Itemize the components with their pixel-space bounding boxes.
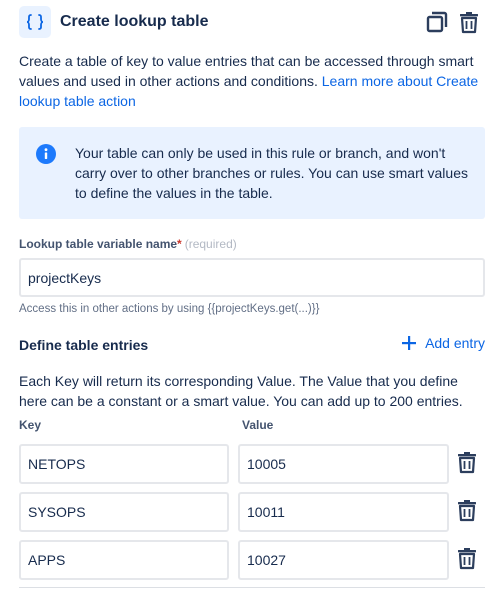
table-row	[19, 492, 485, 532]
info-message: Your table can only be used in this rule…	[75, 145, 468, 201]
entries-description: Each Key will return its corresponding V…	[19, 373, 463, 409]
value-input[interactable]	[238, 444, 449, 484]
required-asterisk: *	[177, 237, 182, 251]
header: Create lookup table	[19, 5, 481, 39]
value-input[interactable]	[238, 540, 449, 580]
delete-row-icon[interactable]	[457, 546, 477, 575]
key-column-header: Key	[19, 418, 42, 432]
variable-name-helper: Access this in other actions by using {{…	[19, 303, 320, 315]
add-entry-button[interactable]: Add entry	[402, 335, 485, 351]
table-row	[19, 444, 485, 484]
trash-icon[interactable]	[457, 9, 481, 35]
variable-name-input[interactable]	[19, 258, 485, 297]
page-title: Create lookup table	[60, 13, 209, 30]
divider	[19, 587, 485, 588]
key-input[interactable]	[19, 540, 229, 580]
entries-title: Define table entries	[19, 337, 149, 353]
key-input[interactable]	[19, 444, 229, 484]
duplicate-icon[interactable]	[425, 9, 449, 35]
header-actions	[425, 9, 481, 35]
required-text: (required)	[184, 237, 237, 251]
variable-name-label: Lookup table variable name* (required)	[19, 237, 237, 251]
value-input[interactable]	[238, 492, 449, 532]
description: Create a table of key to value entries t…	[19, 51, 481, 111]
info-icon	[36, 144, 56, 164]
delete-row-icon[interactable]	[457, 498, 477, 527]
info-panel: Your table can only be used in this rule…	[19, 127, 485, 219]
delete-row-icon[interactable]	[457, 450, 477, 479]
key-input[interactable]	[19, 492, 229, 532]
table-row	[19, 540, 485, 580]
value-column-header: Value	[242, 418, 274, 432]
plus-icon	[402, 336, 417, 350]
variable-name-label-text: Lookup table variable name	[19, 237, 178, 251]
curly-braces-icon	[19, 6, 51, 38]
add-entry-label: Add entry	[425, 335, 485, 351]
